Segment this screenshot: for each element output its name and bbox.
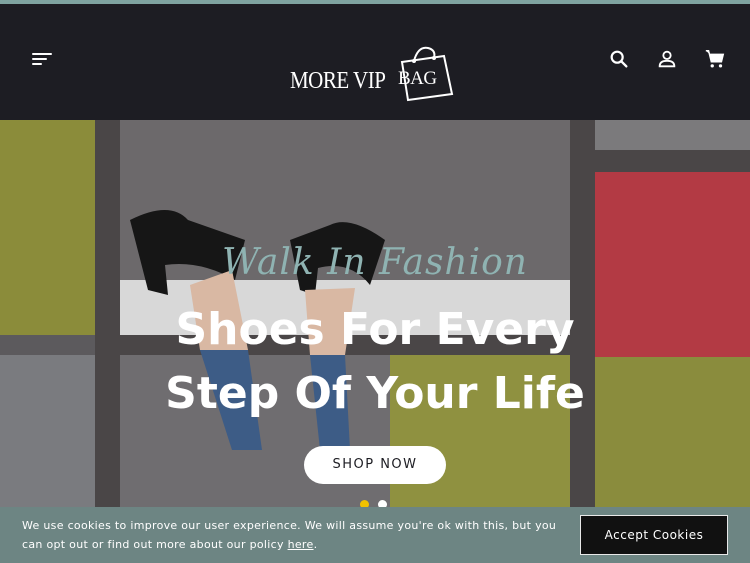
search-icon[interactable] [608, 48, 630, 70]
cookie-banner: We use cookies to improve our user exper… [0, 507, 750, 563]
site-header: MORE VIP BAG [0, 4, 750, 120]
header-actions [608, 48, 726, 70]
accept-cookies-button[interactable]: Accept Cookies [580, 515, 728, 555]
shop-now-button[interactable]: SHOP NOW [304, 446, 446, 484]
logo-text: MORE VIP [290, 66, 386, 94]
cookie-message: We use cookies to improve our user exper… [22, 516, 562, 554]
cookie-policy-link[interactable]: here [288, 538, 314, 551]
menu-icon[interactable] [30, 49, 54, 69]
hero-title: Shoes For Every Step Of Your Life [0, 298, 750, 426]
cart-icon[interactable] [704, 48, 726, 70]
cookie-message-suffix: . [313, 538, 318, 551]
hero-title-line-2: Step Of Your Life [165, 368, 585, 419]
hero-tagline: Walk In Fashion [222, 242, 528, 283]
hero-title-line-1: Shoes For Every [175, 304, 575, 355]
hero-banner: Walk In Fashion Shoes For Every Step Of … [0, 120, 750, 563]
logo-bag-text: BAG [398, 68, 437, 89]
site-logo[interactable]: MORE VIP BAG [288, 44, 463, 104]
user-icon[interactable] [656, 48, 678, 70]
